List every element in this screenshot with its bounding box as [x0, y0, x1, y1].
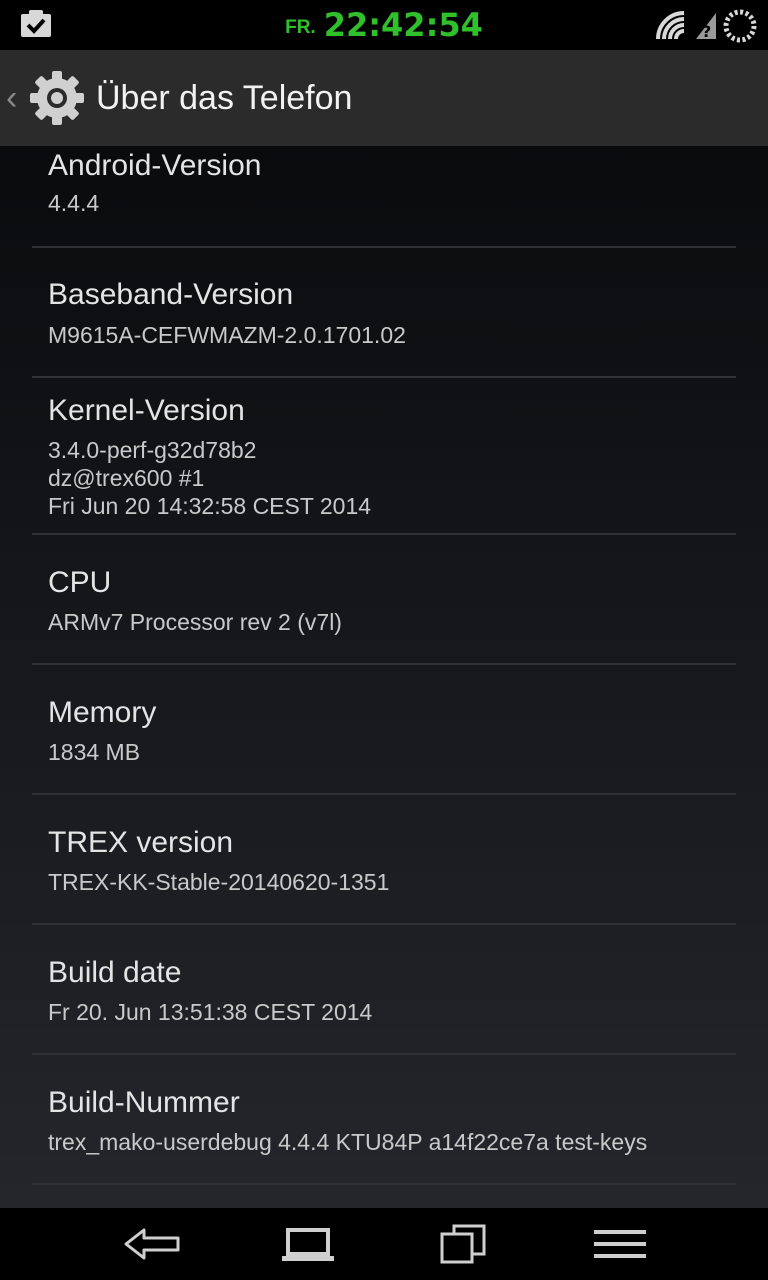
item-title: CPU — [48, 566, 112, 599]
status-bar: FR. 22:42:54 ? — [0, 0, 768, 50]
list-item-build-date[interactable]: Build date Fr 20. Jun 13:51:38 CEST 2014 — [32, 925, 736, 1055]
item-summary: dz@trex600 #1 — [48, 465, 205, 491]
item-title: Android-Version — [48, 149, 262, 182]
list-item-kernel-version[interactable]: Kernel-Version 3.4.0-perf-g32d78b2 dz@tr… — [32, 378, 736, 535]
item-summary: Fri Jun 20 14:32:58 CEST 2014 — [48, 493, 372, 519]
status-clock: FR. 22:42:54 — [0, 0, 768, 50]
item-summary: 3.4.0-perf-g32d78b2 — [48, 437, 257, 463]
page-title: Über das Telefon — [96, 78, 353, 117]
home-icon[interactable] — [268, 1218, 348, 1270]
navigation-bar — [0, 1208, 768, 1280]
list-item-build-number[interactable]: Build-Nummer trex_mako-userdebug 4.4.4 K… — [32, 1055, 736, 1185]
clock-day: FR. — [285, 16, 316, 38]
wifi-icon — [656, 11, 685, 40]
list-item-cpu[interactable]: CPU ARMv7 Processor rev 2 (v7l) — [32, 535, 736, 665]
item-summary: Fr 20. Jun 13:51:38 CEST 2014 — [48, 999, 373, 1025]
item-summary: TREX-KK-Stable-20140620-1351 — [48, 869, 390, 895]
recent-apps-icon[interactable] — [424, 1218, 504, 1270]
item-summary: ARMv7 Processor rev 2 (v7l) — [48, 609, 342, 635]
list-item-trex-version[interactable]: TREX version TREX-KK-Stable-20140620-135… — [32, 795, 736, 925]
settings-gear-icon[interactable] — [26, 67, 88, 129]
item-summary: trex_mako-userdebug 4.4.4 KTU84P a14f22c… — [48, 1129, 648, 1155]
item-summary: 1834 MB — [48, 739, 141, 765]
action-bar: ‹ Über das Telefon — [0, 50, 768, 146]
signal-unknown-icon: ? — [696, 13, 716, 41]
back-icon[interactable] — [112, 1218, 192, 1270]
svg-text:?: ? — [702, 22, 711, 41]
about-phone-list: Android-Version 4.4.4 Baseband-Version M… — [0, 146, 768, 1208]
up-navigation-icon[interactable]: ‹ — [6, 79, 24, 118]
list-item-memory[interactable]: Memory 1834 MB — [32, 665, 736, 795]
list-item-baseband-version[interactable]: Baseband-Version M9615A-CEFWMAZM-2.0.170… — [32, 248, 736, 378]
item-title: TREX version — [48, 826, 234, 859]
item-title: Memory — [48, 696, 157, 729]
item-title: Kernel-Version — [48, 394, 245, 427]
menu-icon[interactable] — [580, 1218, 660, 1270]
item-title: Baseband-Version — [48, 278, 294, 311]
item-summary: 4.4.4 — [48, 190, 100, 216]
clock-time: 22:42:54 — [323, 6, 483, 44]
item-summary: M9615A-CEFWMAZM-2.0.1701.02 — [48, 322, 406, 348]
item-title: Build date — [48, 956, 182, 989]
item-title: Build-Nummer — [48, 1086, 240, 1119]
battery-circle-icon — [723, 9, 757, 43]
list-item-android-version[interactable]: Android-Version 4.4.4 — [32, 146, 736, 248]
